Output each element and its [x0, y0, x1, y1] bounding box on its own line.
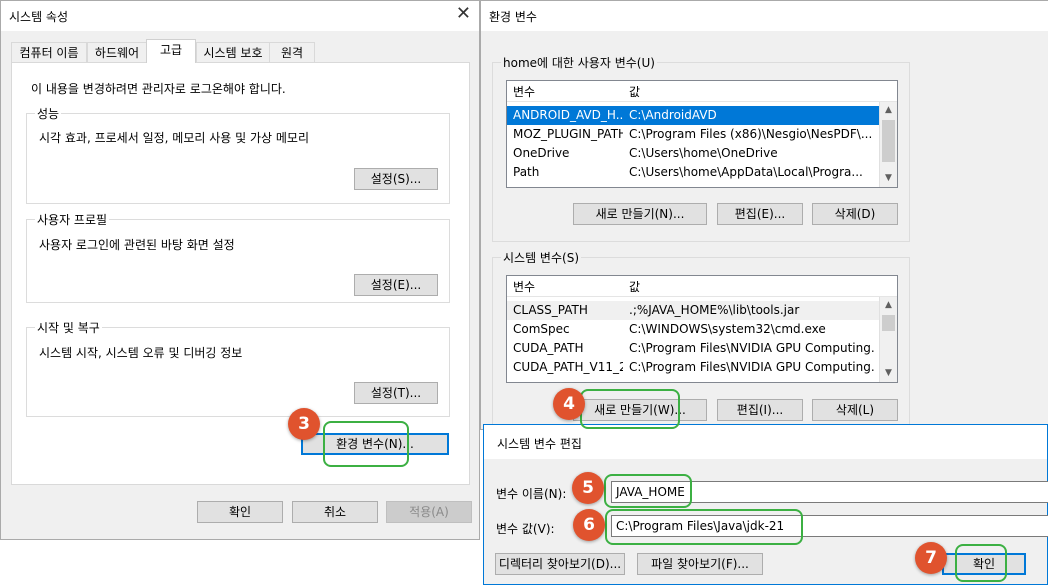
system-delete-button[interactable]: 삭제(L) — [812, 399, 898, 421]
variable-value: C:\Program Files\NVIDIA GPU Computing... — [629, 341, 875, 355]
env-window-title: 환경 변수 — [489, 10, 537, 24]
variable-name: ComSpec — [513, 322, 570, 336]
browse-directory-button[interactable]: 디렉터리 찾아보기(D)... — [495, 553, 625, 575]
table-row[interactable]: Path C:\Users\home\AppData\Local\Progra.… — [507, 163, 879, 182]
table-row[interactable]: OneDrive C:\Users\home\OneDrive — [507, 144, 879, 163]
tab-hardware[interactable]: 하드웨어 — [87, 42, 147, 62]
scroll-down-icon[interactable]: ▼ — [880, 170, 897, 187]
tab-advanced[interactable]: 고급 — [146, 39, 196, 63]
variable-value: C:\Users\home\OneDrive — [629, 146, 778, 160]
startup-recovery-desc: 시스템 시작, 시스템 오류 및 디버깅 정보 — [39, 346, 243, 360]
admin-note: 이 내용을 변경하려면 관리자로 로그온해야 합니다. — [31, 82, 286, 96]
table-row[interactable]: CUDA_PATH C:\Program Files\NVIDIA GPU Co… — [507, 339, 879, 358]
scroll-up-icon[interactable]: ▲ — [880, 102, 897, 119]
tab-remote[interactable]: 원격 — [269, 42, 315, 62]
apply-button[interactable]: 적용(A) — [386, 501, 472, 523]
table-row[interactable]: MOZ_PLUGIN_PATH C:\Program Files (x86)\N… — [507, 125, 879, 144]
title-bar: 시스템 속성 ✕ — [1, 1, 479, 31]
variable-name-label: 변수 이름(N): — [496, 487, 567, 501]
browse-file-button[interactable]: 파일 찾아보기(F)... — [637, 553, 763, 575]
edit-dialog-title: 시스템 변수 편집 — [497, 437, 582, 451]
highlight-edit-ok — [955, 544, 1007, 582]
callout-badge: 7 — [915, 542, 947, 574]
user-profile-desc: 사용자 로그인에 관련된 바탕 화면 설정 — [39, 238, 235, 252]
callout-badge: 6 — [573, 509, 605, 541]
edit-title-bar: 시스템 변수 편집 — [484, 425, 1047, 459]
variable-value: C:\AndroidAVD — [629, 108, 717, 122]
user-variables-title: home에 대한 사용자 변수(U) — [501, 54, 657, 71]
user-profile-title: 사용자 프로필 — [35, 211, 110, 228]
variable-value: C:\Program Files\NVIDIA GPU Computing... — [629, 360, 875, 374]
user-profile-settings-button[interactable]: 설정(E)... — [354, 274, 438, 296]
callout-badge: 5 — [572, 472, 604, 504]
user-list-scrollbar[interactable]: ▲ ▼ — [879, 102, 897, 187]
startup-recovery-group: 시작 및 복구 시스템 시작, 시스템 오류 및 디버깅 정보 설정(T)... — [26, 319, 450, 417]
list-header: 변수 값 — [507, 81, 897, 102]
highlight-system-new-button — [580, 389, 680, 429]
environment-variables-window: 환경 변수 home에 대한 사용자 변수(U) 변수 값 ANDROID_AV… — [480, 0, 1048, 437]
column-header-value[interactable]: 값 — [629, 83, 893, 100]
column-header-value[interactable]: 값 — [629, 278, 893, 295]
close-icon[interactable]: ✕ — [456, 3, 471, 24]
user-delete-button[interactable]: 삭제(D) — [812, 203, 898, 225]
variable-name: OneDrive — [513, 146, 570, 160]
variable-name: ANDROID_AVD_H... — [513, 108, 623, 122]
table-row[interactable]: CUDA_PATH_V11_2 C:\Program Files\NVIDIA … — [507, 358, 879, 377]
user-new-button[interactable]: 새로 만들기(N)... — [573, 203, 707, 225]
variable-name: CUDA_PATH_V11_2 — [513, 360, 623, 374]
column-header-variable[interactable]: 변수 — [513, 83, 623, 100]
variable-name: CUDA_PATH — [513, 341, 584, 355]
user-variables-list[interactable]: 변수 값 ANDROID_AVD_H... C:\AndroidAVD MOZ_… — [506, 80, 898, 188]
variable-value-label: 변수 값(V): — [496, 522, 555, 536]
scroll-down-icon[interactable]: ▼ — [880, 365, 897, 382]
system-list-scrollbar[interactable]: ▲ ▼ — [879, 297, 897, 382]
startup-recovery-title: 시작 및 복구 — [35, 319, 102, 336]
startup-recovery-settings-button[interactable]: 설정(T)... — [354, 382, 438, 404]
table-row[interactable]: ANDROID_AVD_H... C:\AndroidAVD — [507, 106, 879, 125]
user-edit-button[interactable]: 편집(E)... — [717, 203, 803, 225]
window-title: 시스템 속성 — [9, 10, 69, 24]
table-row[interactable]: ComSpec C:\WINDOWS\system32\cmd.exe — [507, 320, 879, 339]
performance-title: 성능 — [35, 105, 62, 122]
user-profile-group: 사용자 프로필 사용자 로그인에 관련된 바탕 화면 설정 설정(E)... — [26, 211, 450, 303]
scroll-thumb[interactable] — [882, 315, 895, 331]
performance-desc: 시각 효과, 프로세서 일정, 메모리 사용 및 가상 메모리 — [39, 131, 309, 145]
variable-name: MOZ_PLUGIN_PATH — [513, 127, 623, 141]
variable-name: CLASS_PATH — [513, 303, 588, 317]
performance-settings-button[interactable]: 설정(S)... — [354, 168, 438, 190]
scroll-thumb[interactable] — [882, 120, 895, 162]
variable-value: C:\Users\home\AppData\Local\Progra... — [629, 165, 863, 179]
env-title-bar: 환경 변수 — [481, 1, 1048, 31]
scroll-up-icon[interactable]: ▲ — [880, 297, 897, 314]
list-header: 변수 값 — [507, 276, 897, 297]
performance-group: 성능 시각 효과, 프로세서 일정, 메모리 사용 및 가상 메모리 설정(S)… — [26, 105, 450, 204]
table-row[interactable]: CLASS_PATH .;%JAVA_HOME%\lib\tools.jar — [507, 301, 879, 320]
highlight-variable-value — [605, 509, 803, 545]
highlight-variable-name — [604, 474, 692, 508]
system-variables-list[interactable]: 변수 값 CLASS_PATH .;%JAVA_HOME%\lib\tools.… — [506, 275, 898, 383]
system-variables-title: 시스템 변수(S) — [501, 249, 581, 266]
column-header-variable[interactable]: 변수 — [513, 278, 623, 295]
highlight-env-button — [323, 421, 409, 467]
system-edit-button[interactable]: 편집(I)... — [717, 399, 803, 421]
callout-badge: 3 — [288, 408, 320, 440]
variable-value: C:\Program Files (x86)\Nesgio\NesPDF\... — [629, 127, 873, 141]
cancel-button[interactable]: 취소 — [292, 501, 378, 523]
ok-button[interactable]: 확인 — [197, 501, 283, 523]
variable-value: .;%JAVA_HOME%\lib\tools.jar — [629, 303, 800, 317]
tab-system-protection[interactable]: 시스템 보호 — [196, 42, 270, 62]
tab-computer-name[interactable]: 컴퓨터 이름 — [11, 42, 87, 62]
variable-value: C:\WINDOWS\system32\cmd.exe — [629, 322, 826, 336]
variable-name: Path — [513, 165, 540, 179]
callout-badge: 4 — [553, 388, 585, 420]
